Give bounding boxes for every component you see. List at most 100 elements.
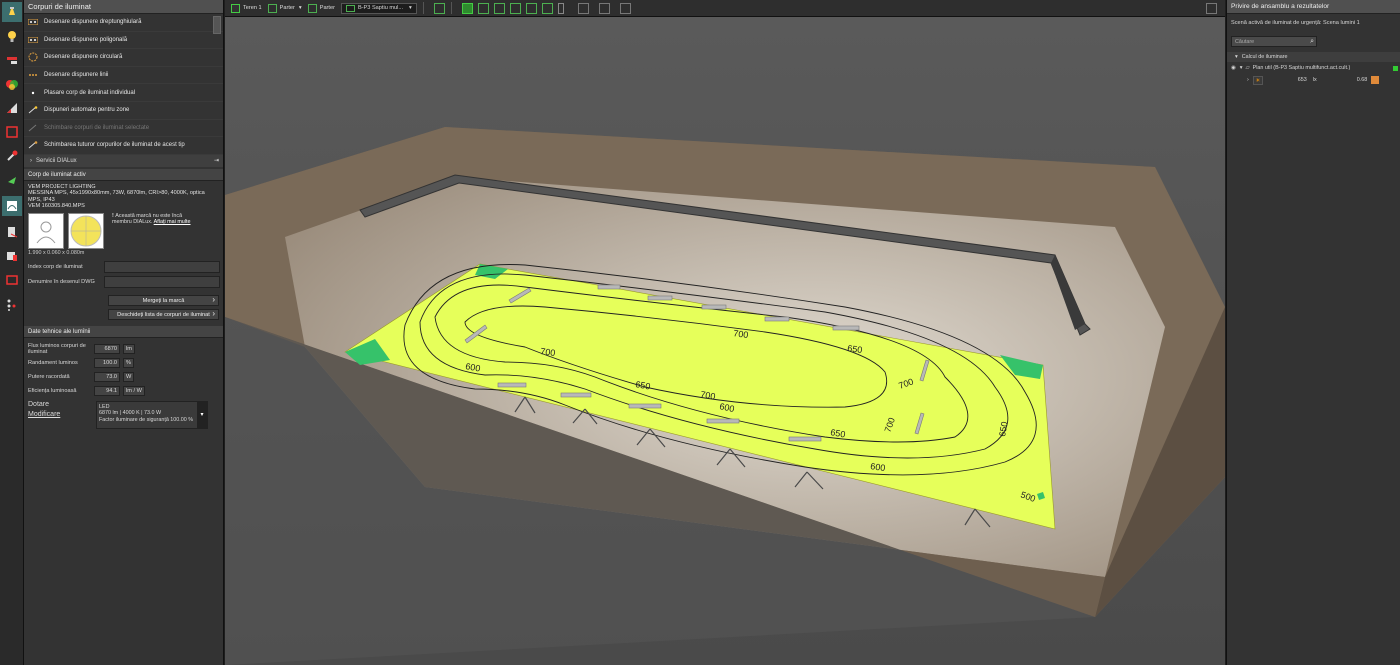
learn-more-link[interactable]: Aflați mai multe — [154, 219, 191, 225]
view-iso-icon[interactable] — [525, 2, 537, 14]
tech-unit: lm — [123, 343, 135, 354]
view-back-icon[interactable] — [541, 2, 553, 14]
tech-label: Putere racordată — [28, 373, 70, 380]
action-label: Dispuneri automate pentru zone — [44, 107, 130, 114]
luminaire-action-item[interactable]: Schimbarea tuturor corpurilor de ilumina… — [24, 137, 223, 155]
color-icon[interactable] — [2, 74, 22, 94]
wand-icon — [28, 106, 38, 114]
bulb-icon[interactable] — [2, 26, 22, 46]
room-icon[interactable] — [2, 122, 22, 142]
calc-plane-row[interactable]: ◉ ▾ ▱ Plan util (B-P3 Saptiu multifunct.… — [1227, 62, 1400, 74]
tech-value[interactable]: 94.1 — [94, 385, 120, 396]
light-distribution-icon — [68, 212, 104, 249]
tech-row: Randament luminos 100.0% — [24, 356, 223, 370]
line-layout-icon — [28, 71, 38, 79]
luminaire-tool-icon[interactable] — [2, 2, 22, 22]
floor-selector[interactable]: Parter ▾ — [267, 3, 302, 13]
search-icon[interactable]: ⌕ — [1310, 37, 1314, 47]
calculation-icon[interactable] — [2, 196, 22, 216]
luminaire-object[interactable] — [560, 392, 592, 398]
view-toolbar: Teren 1 Parter ▾ Parter B-P3 Saptiu mul..… — [225, 0, 1225, 17]
luminaire-object[interactable] — [647, 295, 673, 301]
tree-icon[interactable] — [2, 170, 22, 190]
luminaire-action-item[interactable]: Desenare dispunere linii — [24, 67, 223, 85]
view-3d-icon[interactable] — [461, 2, 473, 14]
action-label: Schimbarea tuturor corpurilor de ilumina… — [44, 142, 185, 149]
grid-dots-icon[interactable] — [2, 294, 22, 314]
polygon-layout-icon — [28, 36, 38, 44]
luminaire-action-item[interactable]: Dispuneri automate pentru zone — [24, 102, 223, 120]
collapse-arrow-icon[interactable] — [557, 2, 564, 14]
wrench-icon[interactable] — [2, 146, 22, 166]
equipment-select[interactable]: LED 6870 lm | 4000 K | 73.0 W Factor ilu… — [96, 400, 208, 429]
dwg-input[interactable] — [104, 276, 220, 289]
result-row[interactable]: › ☀ 653 lx 0.68 — [1227, 74, 1400, 86]
luminaires-panel: Corpuri de iluminat Desenare dispunere d… — [24, 0, 224, 665]
view-side-icon[interactable] — [509, 2, 521, 14]
dialux-services-header[interactable]: › Servicii DIALux ⇥ — [24, 154, 223, 167]
luminaire-object[interactable] — [832, 325, 860, 331]
monitor-icon[interactable] — [1206, 2, 1217, 14]
rect-layout-icon — [28, 18, 38, 26]
illuminance-unit: lx — [1312, 77, 1317, 83]
calc-section[interactable]: ▾ Calcul de iluminare — [1227, 52, 1400, 62]
tech-label: Randament luminos — [28, 359, 78, 366]
tech-value[interactable]: 6870 — [94, 343, 120, 354]
go-to-brand-button[interactable]: Mergeți la marcă — [108, 294, 219, 306]
luminaire-action-item[interactable]: Desenare dispunere dreptunghiulară — [24, 14, 223, 32]
eye-icon[interactable]: ◉ — [1231, 65, 1236, 71]
view-top-icon[interactable] — [477, 2, 489, 14]
stairs-icon[interactable] — [2, 98, 22, 118]
room-selector[interactable]: B-P3 Saptiu mul... ▾ — [340, 2, 417, 14]
index-label: Index corp de iluminat — [28, 264, 83, 271]
export-icon[interactable] — [2, 246, 22, 266]
doc-icon[interactable] — [2, 222, 22, 242]
light-icon: ☀ — [1252, 75, 1263, 85]
modificare-link[interactable]: Modificare — [28, 411, 96, 418]
uniformity-value: 0.68 — [1356, 77, 1368, 83]
search-input[interactable]: Căutare ⌕ — [1231, 36, 1317, 47]
tech-label: Eficiența luminoasă — [28, 387, 77, 394]
luminaire-object[interactable] — [701, 304, 727, 310]
luminaire-object[interactable] — [597, 284, 621, 290]
scene-svg: 700 650 700 600 650 700 600 650 700 700 … — [225, 17, 1225, 665]
chevron-down-icon[interactable]: ▾ — [197, 401, 207, 428]
view-front-icon[interactable] — [493, 2, 505, 14]
contour-label: 600 — [870, 461, 886, 473]
brand-note: ! Această marcă nu este încă membru DIAL… — [112, 212, 191, 226]
active-scene: Scenă activă de iluminat de urgență: Sce… — [1231, 20, 1360, 26]
luminaire-action-item[interactable]: Desenare dispunere poligonală — [24, 32, 223, 50]
tech-row: Eficiența luminoasă 94.1 lm / W — [24, 384, 223, 398]
tech-value[interactable]: 73.0 — [94, 371, 120, 382]
tech-row: Putere racordată 73.0 W — [24, 370, 223, 384]
luminaire-object[interactable] — [706, 418, 740, 424]
tech-unit: lm / W — [123, 385, 145, 396]
index-input[interactable] — [104, 261, 220, 274]
luminaire-object[interactable] — [497, 382, 527, 388]
terrain-selector[interactable]: Teren 1 — [231, 3, 262, 13]
product-code: VEM 160305.840.MPS — [28, 203, 85, 210]
tech-value[interactable]: 100.0 — [94, 357, 120, 368]
action-label: Plasare corp de iluminat individual — [44, 89, 136, 96]
luminaire-action-item[interactable]: Plasare corp de iluminat individual — [24, 84, 223, 102]
luminaire-object[interactable] — [788, 436, 822, 442]
frame-icon[interactable] — [2, 270, 22, 290]
floor-selector-2[interactable]: Parter — [307, 3, 335, 13]
swatch-icon — [1371, 76, 1380, 84]
luminaire-object[interactable] — [628, 403, 662, 409]
scrollbar[interactable] — [213, 16, 221, 34]
swap-all-icon — [28, 141, 38, 149]
luminaire-action-item[interactable]: Desenare dispunere circulară — [24, 49, 223, 67]
luminaire-action-item[interactable]: Schimbare corpuri de iluminat selectate — [24, 120, 223, 138]
material-icon[interactable] — [2, 50, 22, 70]
luminaire-object[interactable] — [764, 316, 790, 322]
dwg-label: Denumire în desenul DWG — [28, 279, 95, 286]
zoom-fit-icon[interactable] — [577, 2, 589, 14]
3d-viewport[interactable]: 700 650 700 600 650 700 600 650 700 700 … — [225, 17, 1225, 665]
open-luminaire-list-button[interactable]: Deschideți lista de corpuri de iluminat — [108, 308, 219, 320]
view-mode-icon[interactable] — [433, 2, 445, 14]
luminaire-photo-icon — [28, 212, 64, 249]
axis-icon[interactable] — [619, 2, 631, 14]
action-label: Desenare dispunere poligonală — [44, 36, 128, 43]
measure-icon[interactable] — [598, 2, 610, 14]
